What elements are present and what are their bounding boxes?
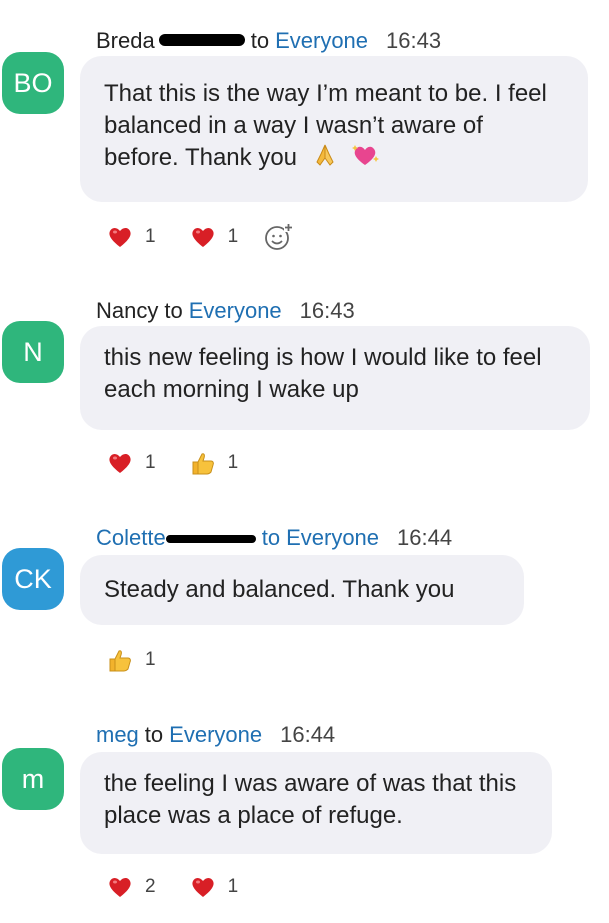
reaction-count: 1 (227, 452, 239, 473)
recipient-link[interactable]: Everyone (189, 298, 282, 324)
reactions-row: 1 1 (107, 451, 272, 475)
to-label: to (261, 525, 281, 550)
sender-name: Colette (96, 525, 166, 550)
message-text: this new feeling is how I would like to … (104, 344, 542, 403)
thumbs-up-icon (192, 453, 214, 475)
redaction-mark (158, 34, 245, 46)
to-label: to (250, 28, 270, 53)
reaction-count: 1 (145, 226, 156, 247)
message-text: Steady and balanced. Thank you (104, 576, 455, 603)
message-bubble[interactable]: this new feeling is how I would like to … (80, 326, 590, 430)
add-emoji-icon (265, 223, 294, 250)
message-header: meg to Everyone 16:44 (96, 722, 335, 748)
avatar[interactable]: CK (2, 548, 64, 610)
reaction-count: 1 (145, 649, 156, 670)
avatar[interactable]: m (2, 748, 64, 810)
sender-name: Nancy (96, 298, 159, 323)
reaction-chip[interactable]: 2 (107, 875, 156, 899)
sender-name: meg (96, 722, 139, 747)
recipient-link[interactable]: Everyone (275, 28, 368, 54)
reaction-chip[interactable]: 1 (190, 875, 239, 899)
reaction-chip[interactable]: 1 (190, 225, 239, 249)
sender-name: Breda (96, 28, 155, 53)
reaction-count: 1 (227, 226, 239, 247)
heart-with-sparkles-icon (350, 142, 380, 177)
reactions-row: 1 1 (107, 222, 328, 252)
reactions-row: 1 (107, 648, 190, 672)
recipient-link[interactable]: Everyone (169, 722, 262, 748)
folded-hands-icon (312, 142, 338, 177)
reactions-row: 2 1 (107, 875, 272, 899)
reaction-count: 2 (145, 876, 156, 897)
message-header: Breda to Everyone 16:43 (96, 28, 441, 54)
reaction-chip[interactable]: 1 (107, 225, 156, 249)
message-text: the feeling I was aware of was that this… (104, 770, 517, 829)
message-header: Colette to Everyone 16:44 (96, 525, 452, 551)
message-bubble[interactable]: That this is the way I’m meant to be. I … (80, 56, 588, 202)
to-label: to (164, 298, 183, 323)
message-time: 16:44 (280, 722, 336, 747)
thumbs-up-icon (109, 650, 131, 672)
add-reaction-button[interactable] (264, 222, 294, 252)
to-label: to (144, 722, 164, 747)
message-header: Nancy to Everyone 16:43 (96, 298, 355, 324)
avatar[interactable]: BO (2, 52, 64, 114)
recipient-link[interactable]: Everyone (286, 525, 379, 551)
heart-icon (191, 228, 214, 247)
heart-icon (109, 228, 131, 247)
reaction-count: 1 (145, 452, 156, 473)
reaction-chip[interactable]: 1 (107, 451, 156, 475)
redaction-mark (165, 535, 256, 543)
message-time: 16:44 (397, 525, 453, 550)
message-time: 16:43 (386, 28, 442, 53)
heart-icon (109, 454, 131, 473)
message-bubble[interactable]: Steady and balanced. Thank you (80, 555, 524, 625)
avatar[interactable]: N (2, 321, 64, 383)
reaction-count: 1 (227, 876, 239, 897)
message-bubble[interactable]: the feeling I was aware of was that this… (80, 752, 552, 854)
message-time: 16:43 (299, 298, 355, 323)
heart-icon (191, 878, 214, 897)
reaction-chip[interactable]: 1 (190, 451, 239, 475)
reaction-chip[interactable]: 1 (107, 648, 156, 672)
heart-icon (109, 878, 131, 897)
